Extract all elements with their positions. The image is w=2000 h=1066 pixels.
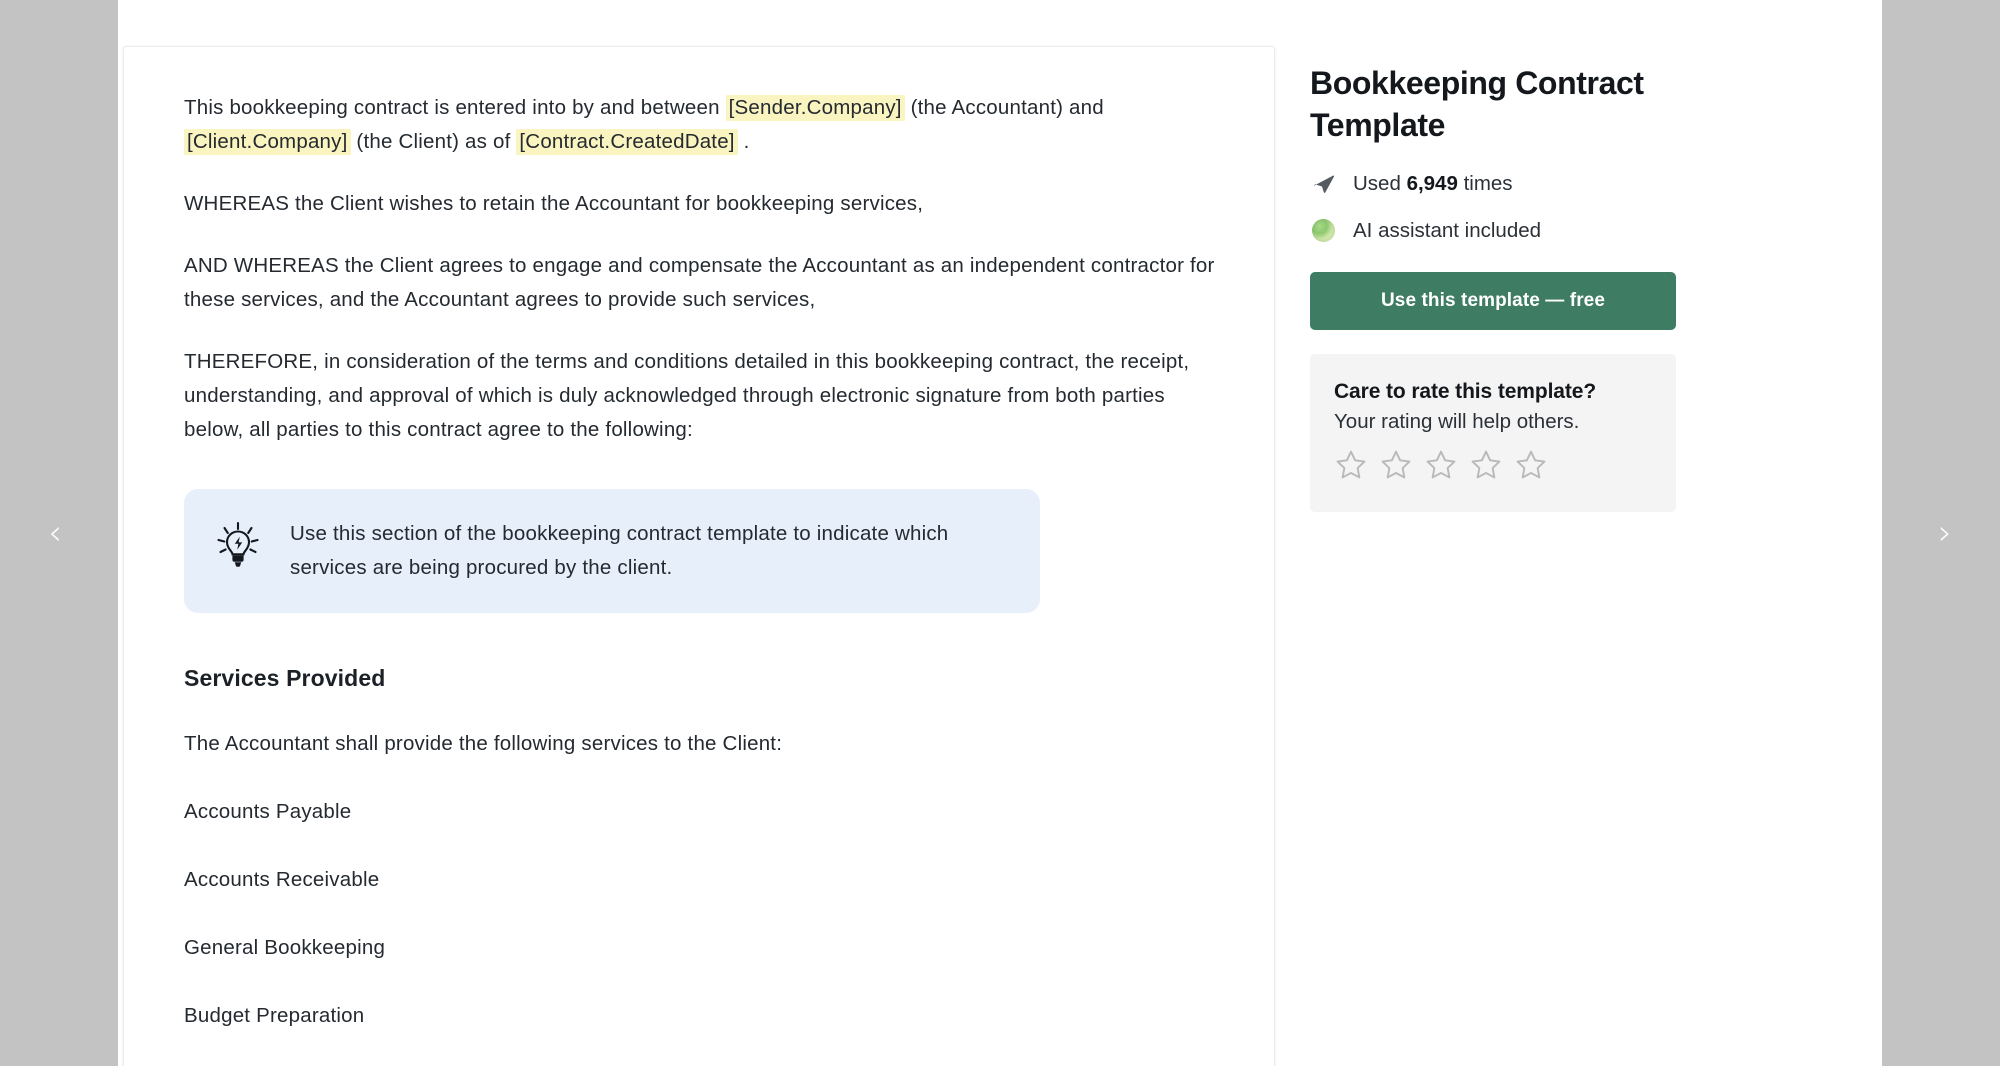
paragraph-intro: This bookkeeping contract is entered int… xyxy=(184,91,1218,159)
usage-prefix: Used xyxy=(1353,172,1407,195)
star-icon-5[interactable] xyxy=(1514,448,1548,482)
service-item-accounts-receivable: Accounts Receivable xyxy=(184,868,380,891)
carousel-next-button[interactable]: › xyxy=(1922,503,1968,563)
document-preview-card[interactable]: This bookkeeping contract is entered int… xyxy=(123,46,1275,1066)
paragraph-and-whereas: AND WHEREAS the Client agrees to engage … xyxy=(184,254,1215,311)
merge-token-contract-createddate[interactable]: [Contract.CreatedDate] xyxy=(516,129,738,155)
content-area: This bookkeeping contract is entered int… xyxy=(118,0,1882,1066)
carousel-right-gutter: › xyxy=(1882,0,2000,1066)
paragraph-whereas: WHEREAS the Client wishes to retain the … xyxy=(184,192,924,215)
section-heading-services-provided: Services Provided xyxy=(184,665,386,691)
paper-plane-icon xyxy=(1310,170,1337,197)
merge-token-sender-company[interactable]: [Sender.Company] xyxy=(725,95,905,121)
service-item-accounts-payable: Accounts Payable xyxy=(184,800,352,823)
services-lead-text: The Accountant shall provide the followi… xyxy=(184,732,783,755)
intro-text-4: . xyxy=(737,130,750,153)
merge-token-client-company[interactable]: [Client.Company] xyxy=(184,129,351,155)
star-rating-control[interactable] xyxy=(1334,448,1652,482)
rating-card-title: Care to rate this template? xyxy=(1334,380,1597,403)
star-icon-1[interactable] xyxy=(1334,448,1368,482)
ai-assistant-row: AI assistant included xyxy=(1310,217,1730,244)
ai-sphere-icon xyxy=(1310,217,1337,244)
paragraph-therefore: THEREFORE, in consideration of the terms… xyxy=(184,350,1190,441)
template-sidebar: Bookkeeping Contract Template Used 6,949… xyxy=(1310,62,1730,512)
intro-text-3: (the Client) as of xyxy=(350,130,517,153)
star-icon-2[interactable] xyxy=(1379,448,1413,482)
ai-assistant-label: AI assistant included xyxy=(1353,219,1542,242)
page-viewport: This bookkeeping contract is entered int… xyxy=(0,0,2000,1066)
use-this-template-button[interactable]: Use this template — free xyxy=(1310,272,1676,330)
page-title: Bookkeeping Contract Template xyxy=(1310,65,1644,143)
usage-count: 6,949 xyxy=(1406,172,1458,195)
rating-card-subtitle: Your rating will help others. xyxy=(1334,410,1580,433)
usage-stat-row: Used 6,949 times xyxy=(1310,170,1730,197)
intro-text-1: This bookkeeping contract is entered int… xyxy=(184,96,726,119)
service-item-general-bookkeeping: General Bookkeeping xyxy=(184,936,386,959)
intro-text-2: (the Accountant) and xyxy=(904,96,1104,119)
document-body: This bookkeeping contract is entered int… xyxy=(184,91,1218,1033)
service-item-budget-preparation: Budget Preparation xyxy=(184,1004,365,1027)
star-icon-4[interactable] xyxy=(1469,448,1503,482)
carousel-prev-button[interactable]: ‹ xyxy=(32,503,78,563)
usage-suffix: times xyxy=(1457,172,1513,195)
tip-callout: Use this section of the bookkeeping cont… xyxy=(184,489,1040,613)
usage-stat-text: Used 6,949 times xyxy=(1353,170,1513,197)
carousel-left-gutter: ‹ xyxy=(0,0,118,1066)
rating-card: Care to rate this template? Your rating … xyxy=(1310,354,1676,512)
lightbulb-idea-icon xyxy=(216,521,260,569)
tip-callout-text: Use this section of the bookkeeping cont… xyxy=(290,522,949,579)
star-icon-3[interactable] xyxy=(1424,448,1458,482)
